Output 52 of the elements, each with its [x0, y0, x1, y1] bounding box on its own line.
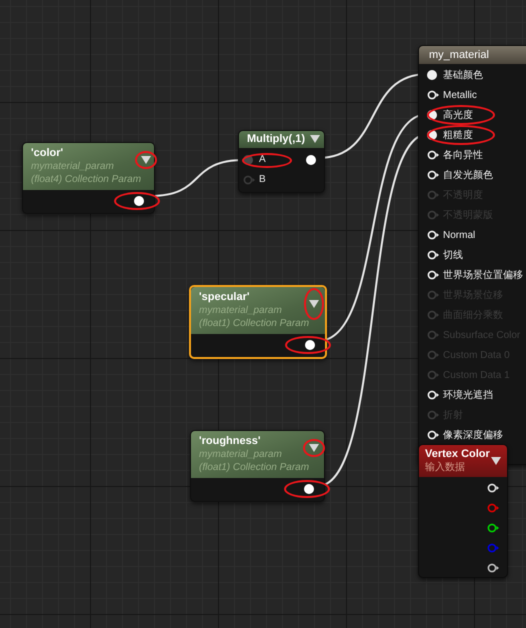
input-pin[interactable]	[427, 170, 439, 180]
node-title: 'color'	[31, 146, 64, 160]
output-pin[interactable]	[487, 563, 499, 573]
node-title: Multiply(,1)	[247, 132, 306, 146]
input-pin[interactable]	[427, 90, 439, 100]
pin-label: 自发光颜色	[443, 168, 493, 182]
input-pin[interactable]	[427, 430, 439, 440]
node-subtitle: mymaterial_param	[31, 160, 115, 173]
parameter-node[interactable]: 'specular' mymaterial_param (float1) Collection Param	[189, 285, 327, 359]
node-title: 'specular'	[199, 290, 250, 304]
parameter-node[interactable]: 'roughness' mymaterial_param (float1) Collection Param	[190, 430, 325, 502]
input-pin[interactable]	[243, 175, 255, 185]
pin-label: 切线	[443, 248, 463, 262]
node-subtitle: (float4) Collection Param	[31, 173, 142, 186]
math-node[interactable]: Multiply(,1) A B	[238, 130, 325, 193]
pin-label: 环境光遮挡	[443, 388, 493, 402]
output-pin[interactable]	[305, 340, 317, 350]
node-title: Vertex Color	[425, 447, 490, 461]
output-pin[interactable]	[134, 196, 146, 206]
input-pin[interactable]	[427, 270, 439, 280]
output-pin[interactable]	[487, 483, 499, 493]
output-pin[interactable]	[487, 523, 499, 533]
dropdown-arrow-icon[interactable]	[310, 135, 320, 143]
pin-label: 各向异性	[443, 148, 483, 162]
vertex-color-node[interactable]: Vertex Color 输入数据	[418, 444, 508, 578]
node-subtitle: mymaterial_param	[199, 304, 283, 317]
input-pin[interactable]	[427, 70, 439, 80]
output-pin[interactable]	[304, 484, 316, 494]
dropdown-arrow-icon[interactable]	[309, 444, 320, 452]
pin-label: 高光度	[443, 108, 473, 122]
pin-label: A	[259, 154, 266, 166]
node-subtitle: (float1) Collection Param	[199, 461, 310, 474]
output-pin[interactable]	[306, 155, 318, 165]
pin-label: Metallic	[443, 88, 477, 102]
input-pin[interactable]	[427, 250, 439, 260]
dropdown-arrow-icon[interactable]	[309, 300, 320, 308]
input-pin[interactable]	[427, 390, 439, 400]
dropdown-arrow-icon[interactable]	[141, 156, 152, 164]
pin-label: Normal	[443, 228, 476, 242]
parameter-node[interactable]: 'color' mymaterial_param (float4) Collection Param	[22, 142, 155, 214]
pin-label: 粗糙度	[443, 128, 473, 142]
node-subtitle: (float1) Collection Param	[199, 317, 310, 330]
pin-label: 像素深度偏移	[443, 428, 503, 442]
pin-label: 基础颜色	[443, 68, 483, 82]
node-title: 'roughness'	[199, 434, 262, 448]
pin-label: B	[259, 174, 266, 186]
input-pin[interactable]	[427, 150, 439, 160]
dropdown-arrow-icon[interactable]	[491, 456, 501, 464]
node-title: my_material	[429, 49, 489, 61]
pin-label: 世界场景位置偏移	[443, 268, 523, 282]
node-subtitle: mymaterial_param	[199, 448, 283, 461]
input-pin[interactable]	[427, 230, 439, 240]
